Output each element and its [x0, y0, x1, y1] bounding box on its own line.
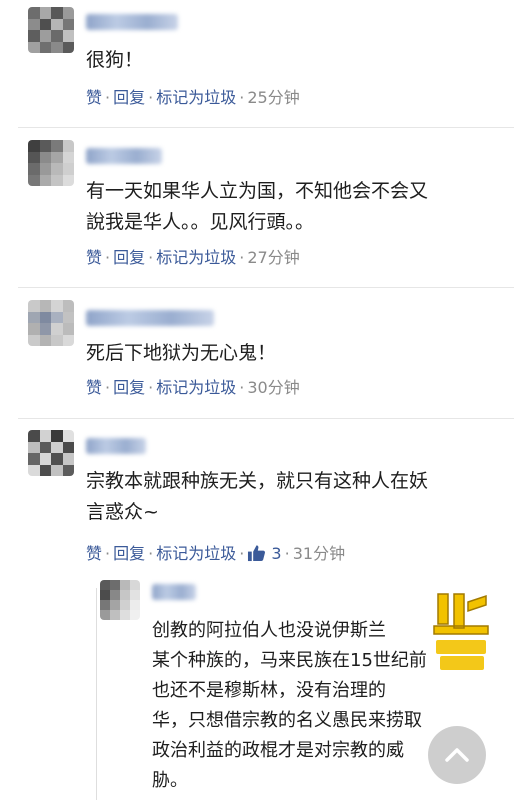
chevron-up-icon: [445, 748, 469, 762]
separator: ·: [105, 544, 111, 563]
timestamp: 31分钟: [292, 544, 346, 563]
timestamp: 25分钟: [247, 88, 300, 107]
separator: ·: [105, 378, 111, 397]
comment-actions: 赞 · 回复 · 标记为垃圾 · 27分钟: [86, 244, 300, 268]
separator: ·: [239, 544, 245, 563]
avatar[interactable]: [28, 7, 74, 53]
like-link[interactable]: 赞: [86, 88, 102, 107]
mark-spam-link[interactable]: 标记为垃圾: [156, 248, 236, 267]
reply-text-line: 胁。: [152, 770, 188, 791]
timestamp: 30分钟: [247, 378, 300, 397]
commenter-name[interactable]: [86, 310, 214, 326]
reply-link[interactable]: 回复: [113, 378, 145, 397]
reply-link[interactable]: 回复: [113, 544, 145, 563]
mark-spam-link[interactable]: 标记为垃圾: [156, 88, 236, 107]
reply-text-line: 也还不是穆斯林，没有治理的: [152, 680, 386, 701]
reply-avatar[interactable]: [100, 580, 140, 620]
comment-text: 宗教本就跟种族无关，就只有这种人在妖: [86, 470, 429, 492]
comment-text: 死后下地狱为无心鬼！: [86, 342, 277, 364]
commenter-name[interactable]: [86, 148, 162, 164]
reply-thread-line: [96, 588, 97, 800]
comment-text-continued: 言惑众~: [86, 501, 159, 523]
reply-text-line: 华，只想借宗教的名义愚民来捞取: [152, 710, 422, 731]
comment-text-continued: 說我是华人。。见风行頭。。: [86, 211, 315, 233]
divider: [18, 418, 514, 419]
thumbs-up-icon[interactable]: [247, 544, 266, 562]
like-count: 3: [271, 544, 282, 563]
reply-text-line: 政治利益的政棍才是对宗教的威: [152, 740, 404, 761]
comment-text: 有一天如果华人立为国，不知他会不会又: [86, 180, 429, 202]
avatar[interactable]: [28, 140, 74, 186]
reply-text-line: 某个种族的，马来民族在15世纪前: [152, 650, 427, 671]
separator: ·: [239, 88, 245, 107]
watermark-logo: [433, 593, 489, 670]
like-link[interactable]: 赞: [86, 378, 102, 397]
commenter-name[interactable]: [86, 14, 178, 30]
commenter-name[interactable]: [86, 438, 146, 454]
separator: ·: [105, 88, 111, 107]
separator: ·: [105, 248, 111, 267]
comment-actions: 赞 · 回复 · 标记为垃圾 · 3 · 31分钟: [86, 540, 345, 564]
reply-link[interactable]: 回复: [113, 248, 145, 267]
reply-commenter-name[interactable]: [152, 584, 196, 600]
like-link[interactable]: 赞: [86, 544, 102, 563]
comment-text: 很狗！: [86, 49, 144, 71]
separator: ·: [148, 378, 154, 397]
separator: ·: [239, 378, 245, 397]
mark-spam-link[interactable]: 标记为垃圾: [156, 544, 236, 563]
avatar[interactable]: [28, 430, 74, 476]
divider: [18, 127, 514, 128]
mark-spam-link[interactable]: 标记为垃圾: [156, 378, 236, 397]
reply-link[interactable]: 回复: [113, 88, 145, 107]
comment-actions: 赞 · 回复 · 标记为垃圾 · 25分钟: [86, 84, 300, 108]
avatar[interactable]: [28, 300, 74, 346]
comment-actions: 赞 · 回复 · 标记为垃圾 · 30分钟: [86, 374, 300, 398]
separator: ·: [284, 544, 290, 563]
reply-text-line: 创教的阿拉伯人也没说伊斯兰: [152, 620, 386, 641]
like-link[interactable]: 赞: [86, 248, 102, 267]
divider: [18, 287, 514, 288]
scroll-to-top-button[interactable]: [428, 726, 486, 784]
timestamp: 27分钟: [247, 248, 300, 267]
separator: ·: [148, 248, 154, 267]
separator: ·: [239, 248, 245, 267]
separator: ·: [148, 544, 154, 563]
separator: ·: [148, 88, 154, 107]
